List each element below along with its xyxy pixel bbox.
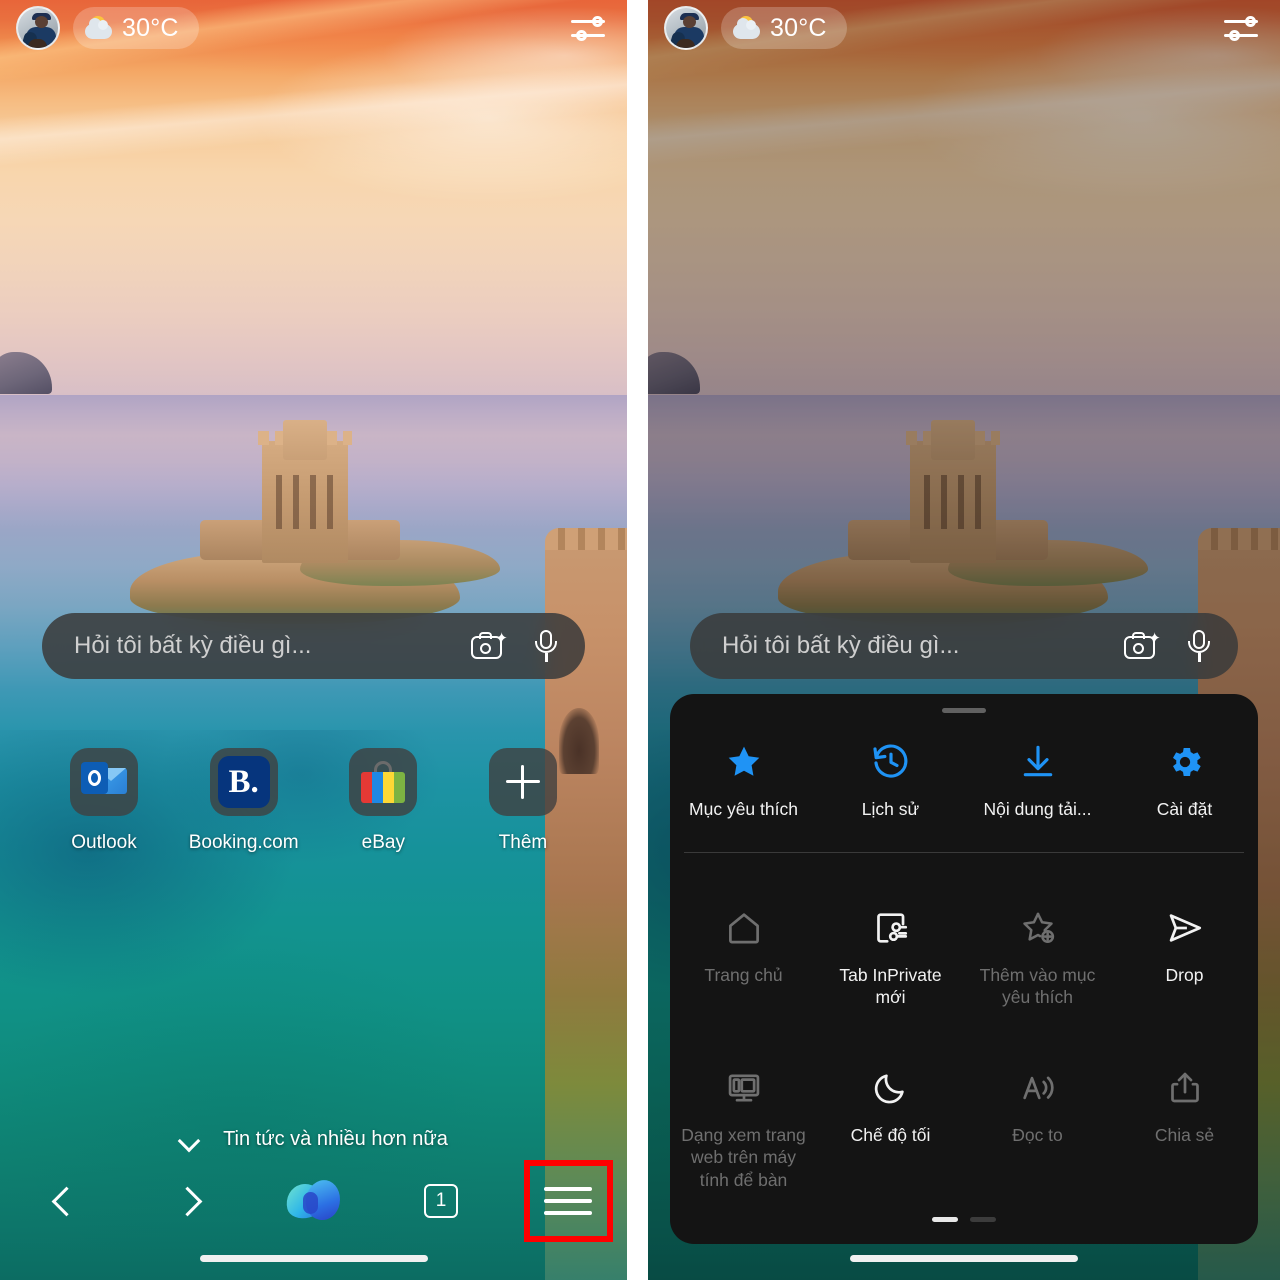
weather-chip[interactable]: 30°C xyxy=(73,7,199,49)
home-icon xyxy=(725,906,763,950)
shortcut-label: Booking.com xyxy=(188,832,299,853)
hamburger-menu-icon[interactable] xyxy=(544,1185,592,1217)
menu-row-primary: Mục yêu thích Lịch sử Nội dung tải... Cà… xyxy=(670,726,1258,844)
chevron-down-icon xyxy=(179,1130,199,1150)
weather-temperature: 30°C xyxy=(122,13,179,42)
status-top-bar: 30°C xyxy=(0,0,627,56)
booking-icon: B. xyxy=(209,748,278,816)
menu-item-label: Nội dung tải... xyxy=(983,799,1092,819)
moon-icon xyxy=(872,1066,910,1110)
menu-item-settings[interactable]: Cài đặt xyxy=(1111,726,1258,844)
avatar[interactable] xyxy=(16,6,60,50)
weather-chip[interactable]: 30°C xyxy=(721,7,847,49)
plus-icon xyxy=(488,748,557,816)
ebay-bag-icon xyxy=(349,748,418,816)
shortcut-label: eBay xyxy=(361,832,405,853)
menu-item-dark-mode[interactable]: Chế độ tối xyxy=(817,1052,964,1191)
share-upload-icon xyxy=(1166,1066,1204,1110)
menu-item-label: Lịch sử xyxy=(861,799,920,819)
menu-item-add-to-favorites[interactable]: Thêm vào mục yêu thích xyxy=(964,892,1111,1010)
home-indicator xyxy=(850,1255,1078,1262)
menu-item-downloads[interactable]: Nội dung tải... xyxy=(964,726,1111,844)
status-top-bar-2: 30°C xyxy=(648,0,1280,56)
chevron-right-icon[interactable] xyxy=(176,1182,200,1220)
tab-count-button[interactable]: 1 xyxy=(424,1184,458,1218)
menu-page-indicator xyxy=(932,1217,996,1222)
drag-handle[interactable] xyxy=(942,708,986,713)
app-shortcuts-row: Outlook B. Booking.com eBay Thêm xyxy=(48,748,579,854)
menu-item-read-aloud[interactable]: Đọc to xyxy=(964,1052,1111,1191)
read-aloud-icon xyxy=(1019,1066,1057,1110)
chevron-left-icon[interactable] xyxy=(52,1182,76,1220)
menu-item-history[interactable]: Lịch sử xyxy=(817,726,964,844)
send-paper-plane-icon xyxy=(1165,906,1205,950)
browser-bottom-nav: 1 xyxy=(0,1166,627,1236)
shortcut-label: Thêm xyxy=(498,832,548,853)
home-indicator xyxy=(199,1255,428,1262)
news-label: Tin tức và nhiều hơn nữa xyxy=(223,1128,448,1150)
page-dot-1[interactable] xyxy=(932,1217,958,1222)
menu-item-label: Cài đặt xyxy=(1156,799,1213,819)
star-filled-icon xyxy=(724,740,764,784)
search-bar[interactable]: Hỏi tôi bất kỳ điều gì... ✦ xyxy=(42,613,585,679)
menu-item-favorites[interactable]: Mục yêu thích xyxy=(670,726,817,844)
shortcut-booking[interactable]: B. Booking.com xyxy=(188,748,300,854)
history-clock-icon xyxy=(871,740,911,784)
sky-gradient xyxy=(0,0,627,395)
menu-item-label: Chế độ tối xyxy=(850,1125,931,1145)
phone-screen-menu-open: 30°C Hỏi tôi bất kỳ điều gì... ✦ Mục yêu… xyxy=(648,0,1280,1280)
menu-item-label: Dạng xem trang web trên máy tính để bàn xyxy=(681,1125,806,1190)
search-bar[interactable]: Hỏi tôi bất kỳ điều gì... ✦ xyxy=(690,613,1238,679)
screenshot-stage: 30°C Hỏi tôi bất kỳ điều gì... ✦ Outlook… xyxy=(0,0,1280,1280)
menu-item-share[interactable]: Chia sẻ xyxy=(1111,1052,1258,1191)
news-toggle[interactable]: Tin tức và nhiều hơn nữa xyxy=(0,1128,627,1151)
menu-item-desktop-site[interactable]: Dạng xem trang web trên máy tính để bàn xyxy=(670,1052,817,1191)
shortcut-add-more[interactable]: Thêm xyxy=(467,748,579,854)
microphone-icon[interactable] xyxy=(1188,630,1210,662)
search-input[interactable]: Hỏi tôi bất kỳ điều gì... xyxy=(74,632,471,660)
desktop-monitor-icon xyxy=(725,1066,763,1110)
page-dot-2[interactable] xyxy=(970,1217,996,1222)
panel-gutter xyxy=(627,0,648,1280)
menu-divider xyxy=(684,852,1244,854)
gear-icon xyxy=(1165,740,1205,784)
menu-item-label: Mục yêu thích xyxy=(689,799,798,819)
booking-mark: B. xyxy=(217,756,270,808)
camera-sparkle-icon[interactable]: ✦ xyxy=(1124,631,1161,661)
shortcut-outlook[interactable]: Outlook xyxy=(48,748,160,854)
camera-sparkle-icon[interactable]: ✦ xyxy=(471,631,508,661)
download-icon xyxy=(1018,740,1058,784)
sun-behind-cloud-icon xyxy=(733,16,761,40)
weather-temperature: 30°C xyxy=(770,13,827,42)
microphone-icon[interactable] xyxy=(535,630,557,662)
outlook-icon xyxy=(70,748,138,816)
browser-menu-sheet: Mục yêu thích Lịch sử Nội dung tải... Cà… xyxy=(670,694,1258,1244)
menu-item-new-inprivate-tab[interactable]: Tab InPrivate mới xyxy=(817,892,964,1010)
shortcut-ebay[interactable]: eBay xyxy=(327,748,439,854)
menu-item-label: Tab InPrivate mới xyxy=(839,965,942,1008)
star-plus-icon xyxy=(1018,906,1058,950)
menu-item-label: Drop xyxy=(1165,965,1204,985)
menu-item-home[interactable]: Trang chủ xyxy=(670,892,817,1010)
phone-screen-home: 30°C Hỏi tôi bất kỳ điều gì... ✦ Outlook… xyxy=(0,0,627,1280)
copilot-icon[interactable] xyxy=(282,1177,344,1224)
menu-item-label: Thêm vào mục yêu thích xyxy=(979,965,1096,1008)
shortcut-label: Outlook xyxy=(71,832,137,853)
menu-item-label: Trang chủ xyxy=(704,965,783,985)
sun-behind-cloud-icon xyxy=(85,16,113,40)
menu-item-label: Đọc to xyxy=(1012,1125,1063,1145)
inprivate-tab-icon xyxy=(872,906,910,950)
menu-item-label: Chia sẻ xyxy=(1154,1125,1215,1145)
menu-row-secondary: Trang chủ Tab InPrivate mới Thêm vào mục… xyxy=(670,892,1258,1010)
search-input[interactable]: Hỏi tôi bất kỳ điều gì... xyxy=(722,632,1124,660)
menu-row-tertiary: Dạng xem trang web trên máy tính để bàn … xyxy=(670,1052,1258,1191)
sliders-icon[interactable] xyxy=(1224,14,1258,42)
castle-tower xyxy=(283,420,327,460)
menu-item-drop[interactable]: Drop xyxy=(1111,892,1258,1010)
avatar[interactable] xyxy=(664,6,708,50)
sliders-icon[interactable] xyxy=(571,14,605,42)
